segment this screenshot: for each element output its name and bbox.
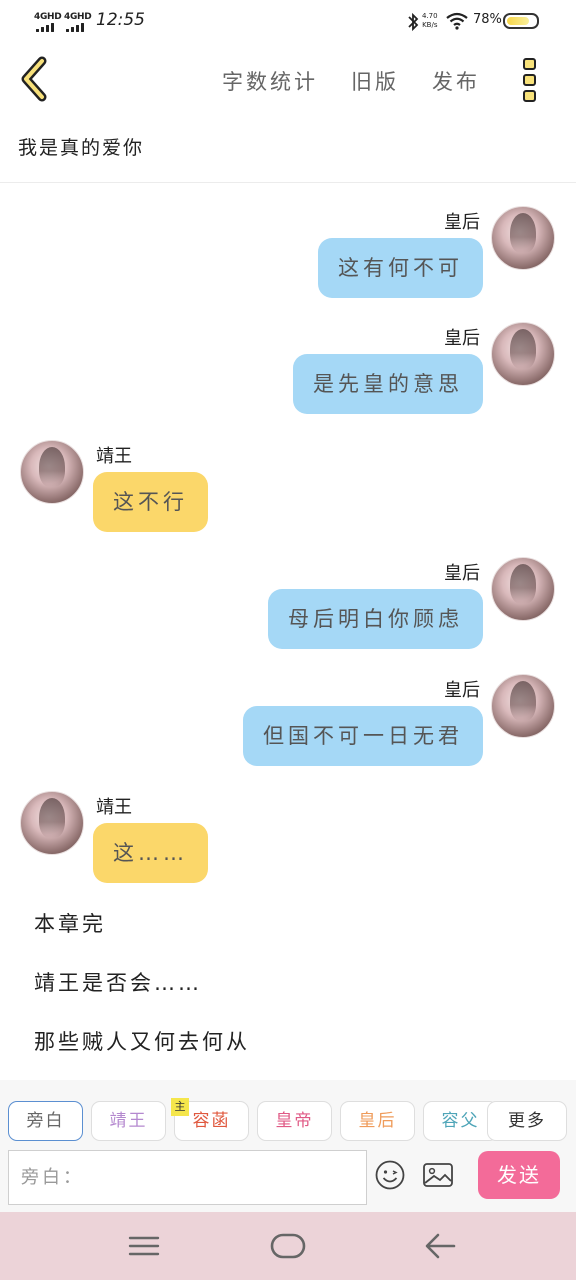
role-label: 容菡 [192,1111,231,1131]
role-chip-empress[interactable]: 皇后 [340,1101,415,1141]
send-button[interactable]: 发送 [478,1151,560,1199]
vertical-dots-icon[interactable] [520,56,540,102]
message-bubble[interactable]: 是先皇的意思 [293,354,483,414]
chat-message[interactable]: 靖王 这…… [0,791,576,901]
chat-message[interactable]: 皇后 但国不可一日无君 [0,674,576,784]
role-chip-narrator[interactable]: 旁白 [8,1101,83,1141]
role-chip-ronghan[interactable]: 主容菡 [171,1098,249,1141]
message-bubble[interactable]: 这有何不可 [318,238,483,298]
avatar[interactable] [20,440,84,504]
net-speed-value: 4.70 [422,12,438,20]
chat-message[interactable]: 皇后 母后明白你顾虑 [0,557,576,667]
narration-line[interactable]: 靖王是否会…… [34,967,202,997]
back-icon[interactable] [424,1232,456,1260]
speaker-name: 靖王 [96,446,132,467]
avatar[interactable] [491,674,555,738]
role-label: 旁白 [26,1111,65,1131]
more-roles-button[interactable]: 更多 [487,1101,567,1141]
net-speed-unit: KB/s [422,21,438,29]
bluetooth-icon [408,12,419,32]
role-label: 靖王 [109,1111,148,1131]
role-label: 皇后 [358,1111,397,1131]
message-bubble[interactable]: 这…… [93,823,208,883]
chat-message[interactable]: 皇后 这有何不可 [0,206,576,316]
message-bubble[interactable]: 这不行 [93,472,208,532]
network-type-1: 4GHD [34,12,62,22]
speaker-name: 皇后 [444,563,480,584]
network-speed: 4.70 KB/s [422,12,438,30]
clock: 12:55 [96,10,145,30]
battery-fill [507,17,529,25]
publish-button[interactable]: 发布 [432,66,480,96]
message-bubble[interactable]: 但国不可一日无君 [243,706,483,766]
battery-icon [503,13,539,29]
speaker-name: 皇后 [444,328,480,349]
role-label: 容父 [441,1111,480,1131]
role-chip-emperor[interactable]: 皇帝 [257,1101,332,1141]
wifi-icon [446,12,468,30]
chevron-left-icon[interactable] [18,56,58,102]
message-bubble[interactable]: 母后明白你顾虑 [268,589,483,649]
speaker-name: 皇后 [444,212,480,233]
main-role-badge: 主 [171,1098,189,1116]
home-icon[interactable] [270,1232,306,1260]
speaker-name: 皇后 [444,680,480,701]
divider [0,182,576,183]
narration-line[interactable]: 那些贼人又何去何从 [34,1026,250,1056]
avatar[interactable] [491,206,555,270]
narration-line[interactable]: 本章完 [34,908,106,938]
avatar[interactable] [491,557,555,621]
composer-panel: 旁白 靖王 主容菡 皇帝 皇后 容父 更多 旁白： 发送 [0,1080,576,1212]
battery-percent: 78% [473,12,502,27]
system-nav-bar [0,1212,576,1280]
role-label: 皇帝 [275,1111,314,1131]
network-type-2: 4GHD [64,12,92,22]
status-bar: 4GHD 4GHD 12:55 4.70 KB/s 78% [0,0,576,42]
message-input[interactable]: 旁白： [8,1150,367,1205]
chat-message[interactable]: 靖王 这不行 [0,440,576,550]
chapter-title: 我是真的爱你 [18,137,145,159]
app-header: 字数统计 旧版 发布 [0,42,576,122]
chat-message[interactable]: 皇后 是先皇的意思 [0,322,576,432]
speaker-name: 靖王 [96,797,132,818]
old-version-button[interactable]: 旧版 [351,66,399,96]
menu-icon[interactable] [128,1236,160,1256]
avatar[interactable] [491,322,555,386]
image-icon[interactable] [422,1161,454,1189]
role-label: 更多 [508,1111,546,1131]
avatar[interactable] [20,791,84,855]
word-count-button[interactable]: 字数统计 [222,66,318,96]
role-chip-jingwang[interactable]: 靖王 [91,1101,166,1141]
smiley-icon[interactable] [374,1159,406,1191]
